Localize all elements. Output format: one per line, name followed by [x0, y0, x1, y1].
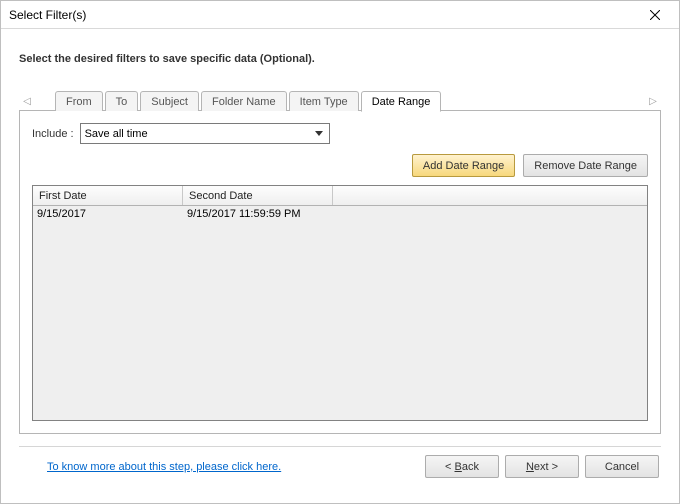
- add-date-range-button[interactable]: Add Date Range: [412, 154, 515, 177]
- cell-second-date: 9/15/2017 11:59:59 PM: [183, 206, 333, 222]
- tab-scroll-right[interactable]: ▷: [645, 92, 661, 110]
- chevron-down-icon: [312, 126, 327, 141]
- tab-label: Subject: [151, 96, 188, 108]
- instruction-text: Select the desired filters to save speci…: [19, 53, 661, 65]
- date-range-listview[interactable]: First Date Second Date 9/15/2017 9/15/20…: [32, 185, 648, 421]
- wizard-buttons: < Back Next > Cancel: [425, 455, 659, 478]
- cell-first-date: 9/15/2017: [33, 206, 183, 222]
- titlebar: Select Filter(s): [1, 1, 679, 29]
- remove-date-range-button[interactable]: Remove Date Range: [523, 154, 648, 177]
- tab-label: Item Type: [300, 96, 348, 108]
- column-label: First Date: [39, 190, 87, 202]
- tab-scroll-left[interactable]: ◁: [19, 92, 35, 110]
- column-second-date[interactable]: Second Date: [183, 186, 333, 205]
- next-button[interactable]: Next >: [505, 455, 579, 478]
- dialog-footer: To know more about this step, please cli…: [19, 455, 661, 488]
- help-link-label: To know more about this step, please cli…: [47, 461, 281, 473]
- help-link[interactable]: To know more about this step, please cli…: [47, 461, 281, 473]
- include-combobox[interactable]: Save all time: [80, 123, 330, 144]
- tab-label: Folder Name: [212, 96, 276, 108]
- button-label: Cancel: [605, 461, 639, 473]
- back-button[interactable]: < Back: [425, 455, 499, 478]
- include-label: Include :: [32, 128, 74, 140]
- listview-body: 9/15/2017 9/15/2017 11:59:59 PM: [33, 206, 647, 420]
- dialog-content: Select the desired filters to save speci…: [1, 29, 679, 503]
- tab-subject[interactable]: Subject: [140, 91, 199, 111]
- listview-header: First Date Second Date: [33, 186, 647, 206]
- filter-tabbar: ◁ From To Subject Folder Name Item Type …: [19, 89, 661, 111]
- select-filters-dialog: Select Filter(s) Select the desired filt…: [0, 0, 680, 504]
- window-title: Select Filter(s): [9, 8, 86, 22]
- tab-from[interactable]: From: [55, 91, 103, 111]
- tab-label: From: [66, 96, 92, 108]
- button-label: Remove Date Range: [534, 160, 637, 172]
- date-range-panel: Include : Save all time Add Date Range R…: [19, 111, 661, 434]
- date-range-button-row: Add Date Range Remove Date Range: [32, 154, 648, 177]
- column-label: Second Date: [189, 190, 253, 202]
- tab-item-type[interactable]: Item Type: [289, 91, 359, 111]
- tab-folder-name[interactable]: Folder Name: [201, 91, 287, 111]
- button-label: < Back: [445, 461, 479, 473]
- column-first-date[interactable]: First Date: [33, 186, 183, 205]
- button-label: Next >: [526, 461, 558, 473]
- table-row[interactable]: 9/15/2017 9/15/2017 11:59:59 PM: [33, 206, 647, 222]
- column-spacer: [333, 186, 647, 205]
- include-value: Save all time: [85, 128, 148, 140]
- tab-label: To: [116, 96, 128, 108]
- close-icon: [650, 10, 660, 20]
- close-button[interactable]: [637, 4, 673, 26]
- button-label: Add Date Range: [423, 160, 504, 172]
- tab-to[interactable]: To: [105, 91, 139, 111]
- tab-date-range[interactable]: Date Range: [361, 91, 442, 112]
- tab-label: Date Range: [372, 96, 431, 108]
- include-row: Include : Save all time: [32, 123, 648, 144]
- footer-separator: [19, 446, 661, 447]
- cancel-button[interactable]: Cancel: [585, 455, 659, 478]
